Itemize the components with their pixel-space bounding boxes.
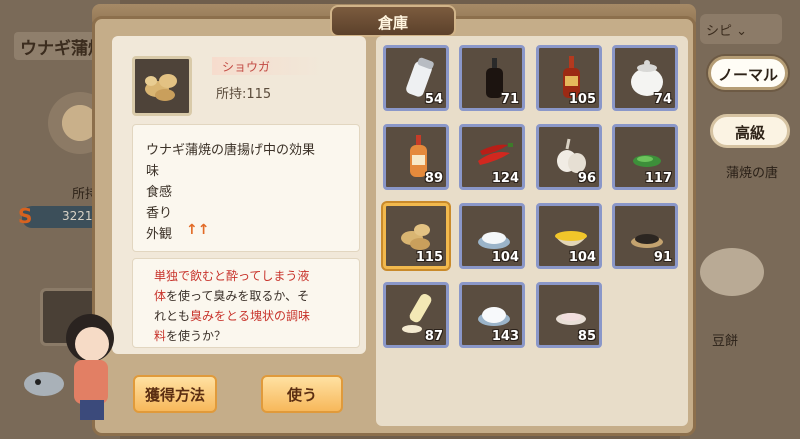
effect-taste: 味 — [146, 164, 160, 179]
effect-appearance: 外観 — [146, 227, 173, 242]
item-quantity: 91 — [653, 250, 672, 265]
currency-icon: S — [18, 204, 33, 228]
tab-normal[interactable]: ノーマル — [708, 56, 788, 90]
item-quantity: 124 — [491, 171, 519, 186]
obtain-method-button[interactable]: 獲得方法 — [133, 375, 217, 413]
inventory-slot[interactable]: 85 — [536, 282, 602, 348]
item-quantity: 117 — [644, 171, 672, 186]
item-owned-count: 所持:115 — [216, 87, 272, 102]
inventory-slot[interactable]: 117 — [612, 124, 678, 190]
inventory-slot[interactable]: 105 — [536, 45, 602, 111]
inventory-slot[interactable]: 124 — [459, 124, 525, 190]
inventory-slot-selected[interactable]: 115 — [383, 203, 449, 269]
background-dish-label: 蒲焼の唐 — [726, 166, 779, 181]
use-button[interactable]: 使う — [261, 375, 343, 413]
item-quantity: 54 — [424, 92, 443, 107]
inventory-slot[interactable]: 71 — [459, 45, 525, 111]
item-quantity: 105 — [568, 92, 596, 107]
item-quantity: 89 — [424, 171, 443, 186]
effect-aroma: 香り — [146, 206, 173, 221]
panel-title: 倉庫 — [330, 5, 456, 37]
item-quantity: 104 — [568, 250, 596, 265]
item-quantity: 71 — [500, 92, 519, 107]
up-arrows-icon: ↑↑ — [186, 222, 210, 238]
tab-advanced[interactable]: 高級 — [710, 114, 790, 148]
item-name: ショウガ — [212, 57, 322, 75]
effect-texture: 食感 — [146, 185, 173, 200]
description-line-3: れとも臭みをとる塊状の調味 — [154, 309, 311, 323]
inventory-slot[interactable]: 96 — [536, 124, 602, 190]
effect-title: ウナギ蒲焼の唐揚げ中の効果 — [146, 143, 316, 158]
background-dish-plate — [700, 248, 764, 296]
recipe-dropdown: シピ ⌄ — [700, 14, 782, 44]
inventory-slot[interactable]: 91 — [612, 203, 678, 269]
inventory-slot[interactable]: 143 — [459, 282, 525, 348]
selected-item-thumbnail — [132, 56, 192, 116]
item-quantity: 96 — [577, 171, 596, 186]
description-line-4: 料を使うか？ — [154, 329, 227, 343]
inventory-slot[interactable]: 87 — [383, 282, 449, 348]
item-quantity: 115 — [415, 250, 443, 265]
inventory-slot[interactable]: 74 — [612, 45, 678, 111]
character-illustration — [24, 314, 114, 420]
item-quantity: 85 — [577, 329, 596, 344]
inventory-slot[interactable]: 54 — [383, 45, 449, 111]
item-quantity: 143 — [491, 329, 519, 344]
description-line-1: 単独で飲むと酔ってしまう液 — [154, 269, 310, 283]
item-quantity: 74 — [653, 92, 672, 107]
item-quantity: 104 — [491, 250, 519, 265]
ginger-icon — [145, 74, 177, 101]
background-dish-label-2: 豆餅 — [712, 334, 739, 349]
inventory-slot[interactable]: 104 — [459, 203, 525, 269]
item-quantity: 87 — [424, 329, 443, 344]
description-line-2: 体を使って臭みを取るか、そ — [154, 289, 310, 303]
inventory-slot[interactable]: 89 — [383, 124, 449, 190]
inventory-slot[interactable]: 104 — [536, 203, 602, 269]
